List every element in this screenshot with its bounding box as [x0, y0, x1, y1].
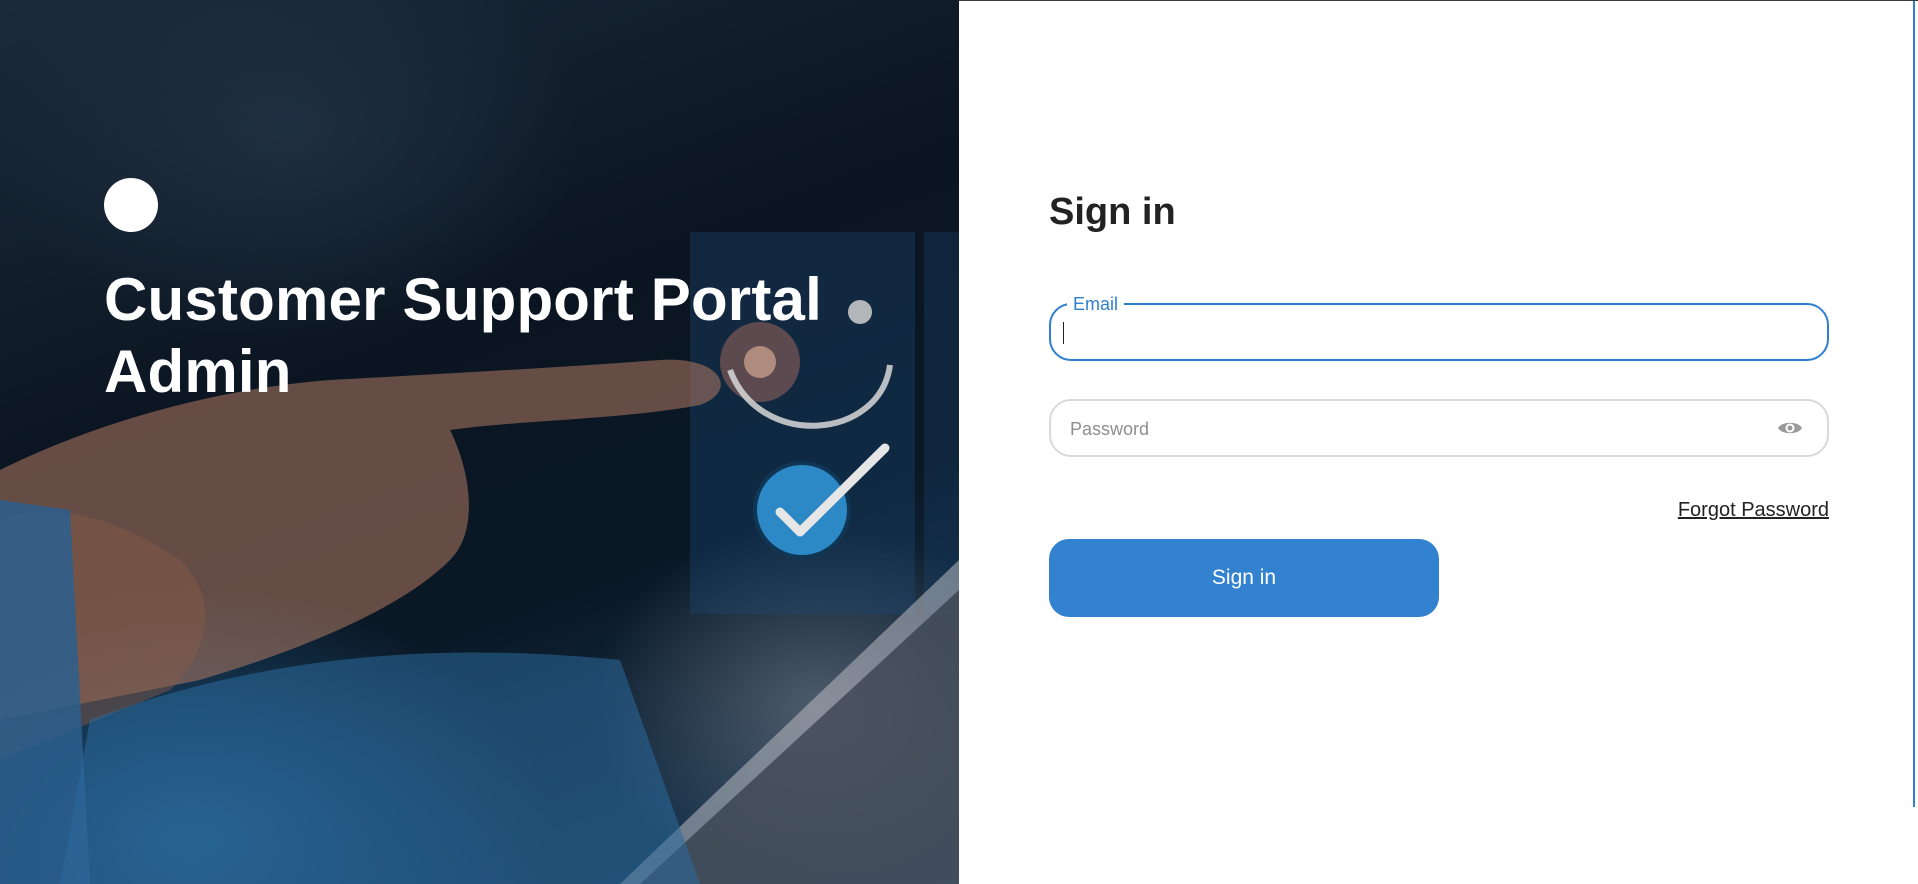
divider — [1913, 1, 1915, 807]
hero-title-line-2: Admin — [104, 338, 292, 405]
hero-title-line-1: Customer Support Portal — [104, 266, 822, 333]
password-placeholder: Password — [1070, 419, 1150, 439]
logo-icon — [104, 178, 158, 232]
sign-in-button[interactable]: Sign in — [1049, 539, 1439, 617]
eye-icon[interactable] — [1777, 417, 1803, 439]
page-title: Sign in — [1049, 191, 1176, 233]
hero-title: Customer Support Portal Admin — [104, 264, 924, 408]
hero-panel: Customer Support Portal Admin — [0, 0, 959, 884]
login-page: Customer Support Portal Admin Sign in Em… — [0, 0, 1918, 884]
email-field[interactable]: Email — [1049, 294, 1829, 361]
sign-in-form: Sign in Email Password Forgot Password S… — [1049, 191, 1829, 617]
form-panel: Sign in Email Password Forgot Password S… — [959, 0, 1918, 884]
hero-background-image — [0, 232, 959, 884]
text-cursor — [1063, 322, 1064, 344]
password-field[interactable]: Password — [1049, 399, 1829, 457]
forgot-password-link[interactable]: Forgot Password — [1049, 499, 1829, 522]
email-label: Email — [1067, 294, 1125, 314]
